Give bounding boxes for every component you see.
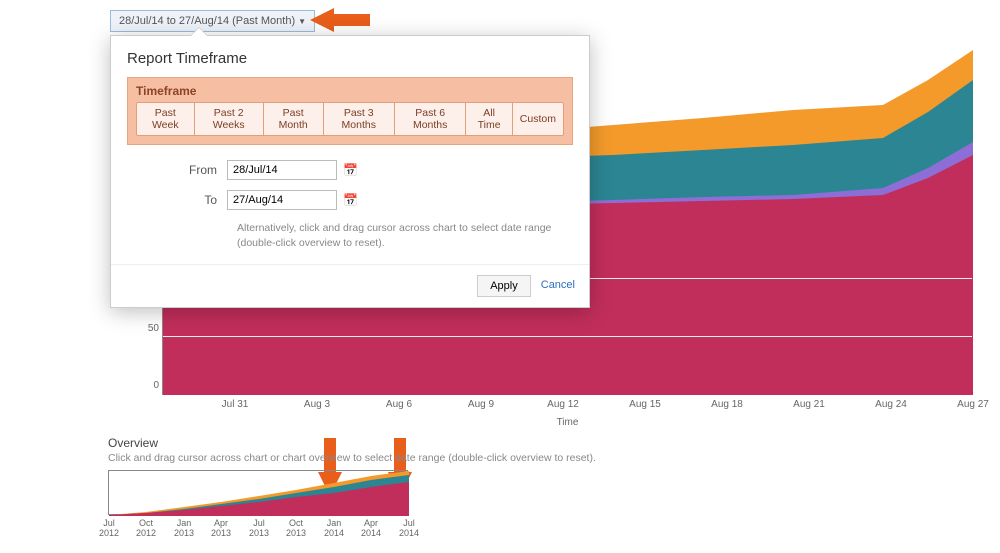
overview-chart[interactable]: Jul2012 Oct2012 Jan2013 Apr2013 Jul2013 … — [108, 470, 408, 515]
x-tick: Aug 27 — [957, 399, 989, 410]
timeframe-past-week[interactable]: Past Week — [136, 102, 195, 136]
ov-x-tick: Apr2013 — [206, 519, 236, 539]
ov-x-tick: Oct2012 — [131, 519, 161, 539]
apply-button[interactable]: Apply — [477, 275, 531, 297]
overview-section: Overview Click and drag cursor across ch… — [108, 436, 608, 515]
y-tick: 50 — [139, 323, 159, 334]
to-label: To — [127, 193, 227, 207]
x-tick: Aug 12 — [547, 399, 579, 410]
popup-heading: Report Timeframe — [111, 36, 589, 77]
x-tick: Aug 24 — [875, 399, 907, 410]
ov-x-tick: Jul2014 — [394, 519, 424, 539]
caret-down-icon: ▼ — [298, 17, 306, 26]
timeframe-dropdown-label: 28/Jul/14 to 27/Aug/14 (Past Month) — [119, 15, 295, 27]
overview-subtitle: Click and drag cursor across chart or ch… — [108, 452, 608, 464]
timeframe-button-group: Past Week Past 2 Weeks Past Month Past 3… — [136, 102, 564, 136]
from-label: From — [127, 163, 227, 177]
timeframe-past-2-weeks[interactable]: Past 2 Weeks — [194, 102, 264, 136]
timeframe-popup: Report Timeframe Timeframe Past Week Pas… — [110, 35, 590, 308]
x-tick: Aug 15 — [629, 399, 661, 410]
ov-x-tick: Apr2014 — [356, 519, 386, 539]
x-tick: Aug 9 — [468, 399, 494, 410]
ov-x-tick: Jan2013 — [169, 519, 199, 539]
from-date-input[interactable] — [227, 160, 337, 180]
y-tick: 0 — [139, 380, 159, 391]
annotation-arrow-icon — [310, 8, 334, 32]
timeframe-all-time[interactable]: All Time — [465, 102, 512, 136]
ov-x-tick: Jul2012 — [94, 519, 124, 539]
ov-x-tick: Oct2013 — [281, 519, 311, 539]
x-tick: Aug 18 — [711, 399, 743, 410]
to-date-input[interactable] — [227, 190, 337, 210]
hint-text: Alternatively, click and drag cursor acr… — [111, 215, 589, 264]
cancel-link[interactable]: Cancel — [541, 275, 575, 297]
timeframe-past-3-months[interactable]: Past 3 Months — [323, 102, 395, 136]
x-axis-label: Time — [163, 417, 972, 428]
timeframe-dropdown[interactable]: 28/Jul/14 to 27/Aug/14 (Past Month) ▼ — [110, 10, 315, 32]
ov-x-tick: Jan2014 — [319, 519, 349, 539]
timeframe-custom[interactable]: Custom — [512, 102, 564, 136]
timeframe-past-month[interactable]: Past Month — [263, 102, 324, 136]
timeframe-panel-title: Timeframe — [136, 84, 564, 98]
overview-title: Overview — [108, 436, 608, 450]
x-tick: Aug 6 — [386, 399, 412, 410]
calendar-icon[interactable]: 📅 — [343, 193, 358, 207]
x-tick: Jul 31 — [222, 399, 249, 410]
x-tick: Aug 3 — [304, 399, 330, 410]
timeframe-past-6-months[interactable]: Past 6 Months — [394, 102, 466, 136]
timeframe-panel: Timeframe Past Week Past 2 Weeks Past Mo… — [127, 77, 573, 145]
x-tick: Aug 21 — [793, 399, 825, 410]
calendar-icon[interactable]: 📅 — [343, 163, 358, 177]
ov-x-tick: Jul2013 — [244, 519, 274, 539]
